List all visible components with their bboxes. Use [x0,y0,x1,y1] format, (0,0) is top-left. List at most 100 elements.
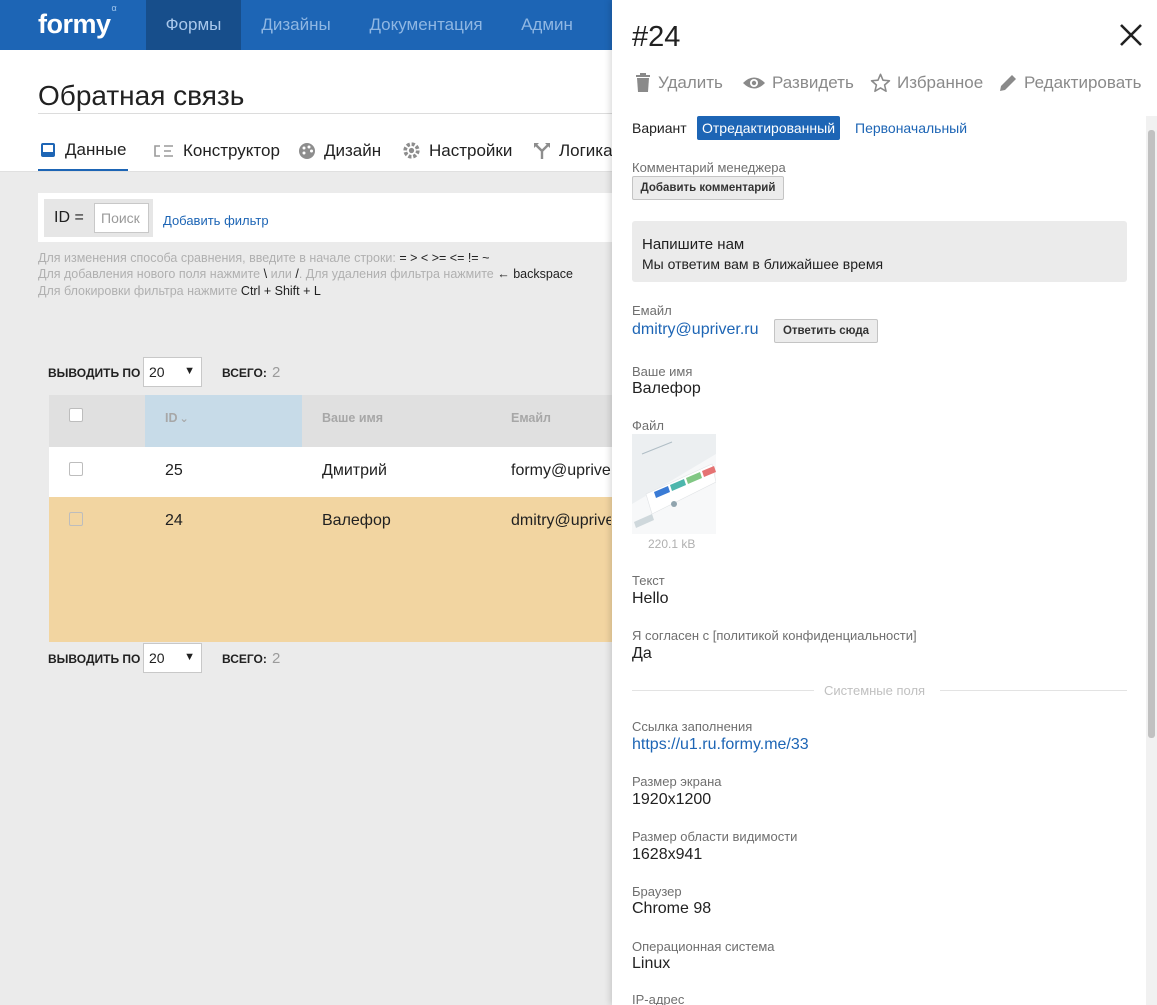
form-intro-subtitle: Мы ответим вам в ближайшее время [642,256,884,272]
os-value: Linux [632,955,671,972]
email-field-label: Емайл [632,303,672,318]
row-name: Валефор [322,512,391,529]
column-email[interactable]: Емайл [511,395,551,447]
add-filter-link[interactable]: Добавить фильтр [163,213,269,228]
id-filter-input[interactable] [94,203,149,233]
total-label-bottom: ВСЕГО: [222,652,267,666]
per-page-label-top: ВЫВОДИТЬ ПО [48,366,141,380]
viewport-size-label: Размер области видимости [632,829,798,844]
variant-edited-tab[interactable]: Отредактированный [697,116,841,140]
edit-button[interactable]: Редактировать [998,71,1141,95]
row-id: 25 [165,462,183,479]
reply-button[interactable]: Ответить сюда [774,319,878,343]
name-field-label: Ваше имя [632,364,693,379]
filter-hint-lock: Для блокировки фильтра нажмите Ctrl + Sh… [38,284,321,298]
tab-logic[interactable]: Логика [532,130,613,171]
consent-field-value: Да [632,645,652,662]
form-intro-box: Напишите нам Мы ответим вам в ближайшее … [632,221,1127,282]
screen-size-label: Размер экрана [632,774,722,789]
per-page-select-top[interactable]: 20 ▼ [143,357,202,387]
select-all-checkbox[interactable] [69,408,83,422]
delete-button[interactable]: Удалить [634,71,723,95]
manager-comment-label: Комментарий менеджера [632,160,786,175]
per-page-value-bottom: 20 [149,650,165,666]
row-name: Дмитрий [322,462,387,479]
nav-forms[interactable]: Формы [146,0,241,50]
favorite-button[interactable]: Избранное [870,71,983,95]
unview-button[interactable]: Развидеть [742,71,854,95]
email-field-value[interactable]: dmitry@upriver.ru [632,321,759,339]
eye-icon [743,77,765,89]
hint-or-text: или [270,267,292,281]
tab-design[interactable]: Дизайн [297,130,381,171]
formy-logo[interactable]: formyα [38,3,117,40]
variant-label: Вариант [632,120,687,136]
hint-compare-ops: = > < >= <= != ~ [399,251,490,265]
text-field-value: Hello [632,590,669,607]
sort-desc-icon: ⌄ [179,413,189,425]
row-checkbox[interactable] [69,462,83,476]
table-row[interactable]: 25 Дмитрий formy@upriver.ru [49,447,649,497]
per-page-select-bottom[interactable]: 20 ▼ [143,643,202,673]
nav-admin[interactable]: Админ [512,0,582,50]
table-header: ID ⌄ Ваше имя Емайл [49,395,649,447]
system-divider-right [940,690,1127,691]
row-checkbox[interactable] [69,512,83,526]
row-id: 24 [165,512,183,529]
hint-add-text: Для добавления нового поля нажмите [38,267,261,281]
filter-bar: ID = Добавить фильтр [38,193,638,242]
tab-logic-label: Логика [559,140,613,160]
delete-label: Удалить [658,73,723,92]
tab-constructor-label: Конструктор [183,140,280,160]
variant-original-tab[interactable]: Первоначальный [855,120,967,136]
edit-label: Редактировать [1024,73,1142,92]
id-filter-chip: ID = [44,199,153,237]
os-label: Операционная система [632,939,775,954]
add-comment-button[interactable]: Добавить комментарий [632,176,784,200]
hint-compare-text: Для изменения способа сравнения, введите… [38,251,396,265]
trash-icon [636,73,650,92]
tab-data-label: Данные [65,139,127,159]
hint-lock-keys: Ctrl + Shift + L [240,284,321,298]
close-button[interactable] [1117,21,1145,49]
per-page-label-bottom: ВЫВОДИТЬ ПО [48,652,141,666]
row-email: dmitry@upriver.ru [511,512,611,529]
unview-label: Развидеть [772,73,854,92]
column-id[interactable]: ID ⌄ [145,395,302,447]
logo-text: formy [38,9,111,39]
gear-icon [403,142,420,159]
page-title: Обратная связь [38,80,245,111]
ip-address-label: IP-адрес [632,992,685,1005]
constructor-icon [154,144,173,157]
consent-field-label: Я согласен с [политикой конфиденциальнос… [632,628,917,643]
browser-value: Chrome 98 [632,900,712,917]
id-filter-label: ID = [54,209,84,226]
tab-data[interactable]: Данные [38,130,129,171]
file-thumbnail[interactable] [632,434,716,534]
scrollbar-thumb[interactable] [1148,130,1155,738]
row-email: formy@upriver.ru [511,462,611,479]
favorite-label: Избранное [897,73,984,92]
caret-down-icon: ▼ [184,365,195,377]
file-preview-image [632,434,716,534]
fill-link-value[interactable]: https://u1.ru.formy.me/33 [632,736,809,754]
nav-designs[interactable]: Дизайны [251,0,341,50]
hint-remove-text: . Для удаления фильтра нажмите [298,267,494,281]
submission-detail-panel: #24 Удалить Развидеть Избранное Редактир… [612,0,1157,1005]
total-label-top: ВСЕГО: [222,366,267,380]
system-divider-left [632,690,814,691]
nav-docs[interactable]: Документация [360,0,492,50]
tab-settings[interactable]: Настройки [401,130,512,171]
palette-icon [299,142,315,159]
screen-size-value: 1920x1200 [632,791,712,808]
star-icon [870,73,891,93]
table-row-selected[interactable]: 24 Валефор dmitry@upriver.ru [49,497,649,642]
fill-link-label: Ссылка заполнения [632,719,753,734]
submission-title: #24 [632,21,681,53]
tab-constructor[interactable]: Конструктор [152,130,280,171]
title-divider [38,113,638,114]
column-name[interactable]: Ваше имя [322,395,383,447]
total-value-top: 2 [272,364,281,381]
filter-hint-add: Для добавления нового поля нажмите \ или… [38,267,573,281]
panel-scrollbar[interactable] [1146,116,1157,1005]
